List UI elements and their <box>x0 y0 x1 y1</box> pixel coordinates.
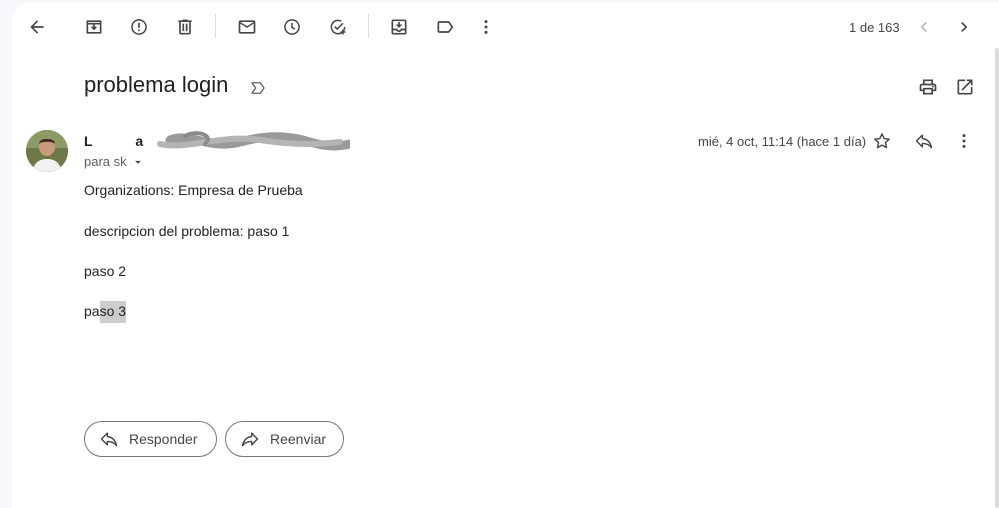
mark-unread-icon[interactable] <box>229 9 265 45</box>
body-line-selected: paso 3 <box>84 301 127 323</box>
chevron-down-icon <box>134 160 141 164</box>
forward-label: Reenviar <box>270 431 327 447</box>
importance-marker-icon[interactable] <box>249 79 267 97</box>
email-date: mié, 4 oct, 11:14 (hace 1 día) <box>698 134 867 149</box>
move-to-icon[interactable] <box>381 9 417 45</box>
star-icon[interactable] <box>864 123 900 159</box>
selected-text: so 3 <box>99 301 127 323</box>
toolbar-divider <box>215 14 216 38</box>
toolbar-divider <box>368 14 369 38</box>
reply-label: Responder <box>129 431 198 447</box>
forward-icon <box>241 432 259 447</box>
reply-icon <box>100 432 118 447</box>
scrollbar[interactable] <box>995 48 999 508</box>
snooze-icon[interactable] <box>274 9 310 45</box>
more-vert-icon[interactable] <box>468 9 504 45</box>
next-icon[interactable] <box>946 9 982 45</box>
archive-icon[interactable] <box>76 9 112 45</box>
pager-count: 1 de 163 <box>849 20 900 35</box>
recipients-label: para sk <box>84 154 127 169</box>
message-more-icon[interactable] <box>946 123 982 159</box>
body-line: Organizations: Empresa de Prueba <box>84 182 303 198</box>
delete-icon[interactable] <box>167 9 203 45</box>
report-spam-icon[interactable] <box>121 9 157 45</box>
email-subject: problema login <box>84 72 229 97</box>
recipients-toggle[interactable]: para sk <box>84 154 145 169</box>
back-arrow-icon[interactable] <box>19 9 55 45</box>
body-line: descripcion del problema: paso 1 <box>84 223 290 239</box>
previous-icon[interactable] <box>906 9 942 45</box>
forward-button[interactable]: Reenviar <box>225 421 344 457</box>
label-icon[interactable] <box>427 9 463 45</box>
sender-avatar[interactable] <box>26 130 68 172</box>
print-icon[interactable] <box>910 69 946 105</box>
redaction-scribble <box>157 131 350 151</box>
open-new-window-icon[interactable] <box>947 69 983 105</box>
reply-button[interactable]: Responder <box>84 421 217 457</box>
reply-icon[interactable] <box>906 123 942 159</box>
add-to-tasks-icon[interactable] <box>320 9 356 45</box>
body-line: paso 2 <box>84 263 127 279</box>
body-text: pa <box>84 303 100 319</box>
